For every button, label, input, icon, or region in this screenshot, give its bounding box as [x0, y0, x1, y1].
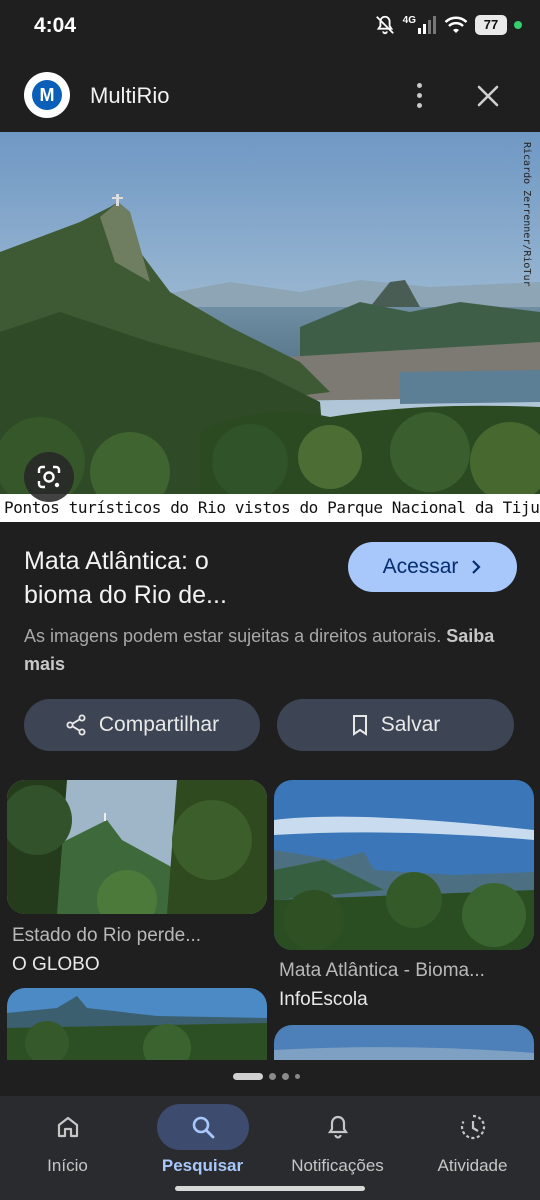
nav-notifications-label: Notificações [291, 1156, 384, 1175]
more-vert-icon [416, 82, 422, 88]
logo-letter: M [32, 80, 62, 110]
signal-icon [418, 16, 436, 34]
related-title: Mata Atlântica - Bioma... [279, 960, 485, 981]
nav-activity-label: Atividade [437, 1156, 508, 1175]
nav-activity[interactable]: Atividade [405, 1096, 540, 1200]
photo-credit: Ricardo Zerrenner/RioTur [521, 142, 532, 287]
page-indicator [233, 1073, 300, 1080]
network-type: 4G [402, 14, 416, 26]
mute-icon [375, 15, 394, 35]
result-title-line1: Mata Atlântica: o [24, 547, 209, 575]
share-icon [66, 714, 86, 736]
copyright-notice: As imagens podem estar sujeitas a direit… [24, 622, 504, 678]
related-source: O GLOBO [12, 954, 100, 975]
nav-home-label: Início [47, 1156, 88, 1175]
status-icons: 4G 77 [374, 14, 522, 36]
bell-icon [292, 1104, 384, 1150]
nav-search-label: Pesquisar [161, 1156, 244, 1175]
close-icon [477, 85, 499, 107]
nav-home[interactable]: Início [0, 1096, 135, 1200]
privacy-dot [514, 21, 522, 29]
related-card-3[interactable] [7, 988, 267, 1060]
related-source: InfoEscola [279, 989, 368, 1010]
chevron-right-icon [472, 560, 481, 574]
caption-bar: Pontos turísticos do Rio vistos do Parqu… [0, 494, 540, 522]
visit-button[interactable]: Acessar [348, 542, 517, 592]
battery-indicator: 77 [475, 15, 507, 35]
visit-label: Acessar [382, 555, 459, 578]
home-indicator[interactable] [175, 1186, 365, 1191]
nav-notifications[interactable]: Notificações [270, 1096, 405, 1200]
save-label: Salvar [380, 713, 441, 736]
hero-image[interactable]: Ricardo Zerrenner/RioTur Pontos turístic… [0, 132, 540, 522]
google-lens-icon [37, 465, 61, 489]
share-label: Compartilhar [98, 713, 220, 736]
close-button[interactable] [470, 78, 506, 114]
site-name[interactable]: MultiRio [90, 83, 169, 109]
source-header: M MultiRio [0, 60, 540, 132]
wifi-icon [444, 16, 468, 33]
related-card-1[interactable]: Estado do Rio perde... O GLOBO [7, 780, 267, 980]
site-logo[interactable]: M [24, 72, 70, 118]
search-icon [156, 1104, 249, 1150]
related-title: Estado do Rio perde... [12, 925, 202, 946]
home-icon [22, 1104, 114, 1150]
related-thumbnail [7, 780, 267, 914]
bookmark-icon [352, 715, 367, 736]
nav-search[interactable]: Pesquisar [135, 1096, 270, 1200]
result-title-line2: bioma do Rio de... [24, 581, 227, 609]
landscape-photo [0, 132, 540, 522]
more-options-button[interactable] [404, 78, 434, 112]
related-thumbnail [7, 988, 267, 1060]
status-time: 4:04 [34, 14, 77, 37]
image-caption: Pontos turísticos do Rio vistos do Parqu… [4, 498, 540, 517]
activity-icon [427, 1104, 519, 1150]
result-title[interactable]: Mata Atlântica: o bioma do Rio de... [24, 544, 324, 612]
lens-button[interactable] [24, 452, 74, 502]
related-thumbnail [274, 1025, 534, 1060]
rights-text: As imagens podem estar sujeitas a direit… [24, 626, 442, 646]
related-card-2[interactable]: Mata Atlântica - Bioma... InfoEscola [274, 780, 534, 1020]
status-bar: 4:04 4G 77 [0, 0, 540, 52]
save-button[interactable]: Salvar [277, 699, 514, 751]
related-card-4[interactable] [274, 1025, 534, 1060]
bottom-nav: Início Pesquisar Notificações Atividade [0, 1096, 540, 1200]
share-button[interactable]: Compartilhar [24, 699, 260, 751]
related-thumbnail [274, 780, 534, 950]
